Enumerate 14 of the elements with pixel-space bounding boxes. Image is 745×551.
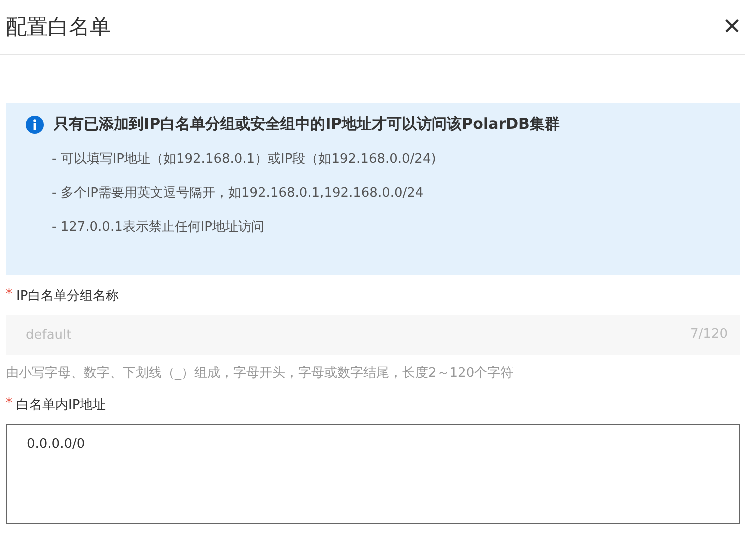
field-label: 白名单内IP地址 [16,397,106,414]
notice-title: 只有已添加到IP白名单分组或安全组中的IP地址才可以访问该PolarDB集群 [54,115,560,134]
ip-address-field[interactable]: 0.0.0.0/0 [6,424,740,524]
notice-item: - 多个IP需要用英文逗号隔开，如192.168.0.1,192.168.0.0/24 [52,185,425,202]
dialog-title: 配置白名单 [6,14,111,41]
notice-item: - 127.0.0.1表示禁止任何IP地址访问 [52,219,266,236]
info-icon [26,116,44,134]
field-label: IP白名单分组名称 [16,288,120,305]
close-button[interactable]: × [723,12,741,42]
notice-item: - 可以填写IP地址（如192.168.0.1）或IP段（如192.168.0.0/24) [52,151,438,168]
character-counter: 7/120 [690,327,728,342]
required-mark: * [6,287,12,304]
required-mark: * [6,396,12,413]
field-hint: 由小写字母、数字、下划线（_）组成，字母开头，字母或数字结尾，长度2～120个字符 [6,365,515,382]
